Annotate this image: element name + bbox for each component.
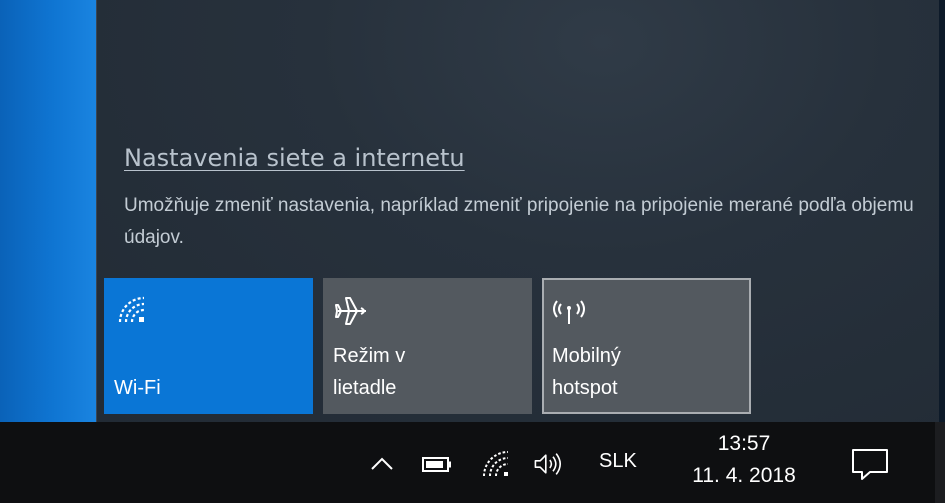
screen: Nastavenia siete a internetu Umožňuje zm… — [0, 0, 945, 503]
clock-date: 11. 4. 2018 — [692, 464, 796, 487]
taskbar-clock[interactable]: 13:57 11. 4. 2018 — [676, 428, 812, 492]
network-settings-description: Umožňuje zmeniť nastavenia, napríklad zm… — [124, 195, 914, 248]
hotspot-icon — [553, 300, 585, 324]
desktop-background-right — [938, 0, 945, 422]
quick-action-label: Mobilný hotspot — [552, 345, 621, 399]
clock-time: 13:57 — [717, 432, 771, 455]
quick-action-airplane-mode[interactable]: Režim v lietadle — [323, 278, 532, 414]
volume-icon[interactable] — [533, 448, 565, 480]
quick-action-label: Wi-Fi — [114, 377, 161, 399]
quick-action-label: Režim v lietadle — [333, 345, 406, 399]
wifi-icon — [118, 296, 145, 323]
quick-action-mobile-hotspot[interactable]: Mobilný hotspot — [542, 278, 751, 414]
airplane-icon — [335, 297, 366, 325]
action-center-icon[interactable] — [850, 446, 890, 482]
desktop-background — [0, 0, 96, 422]
taskbar: SLK 13:57 11. 4. 2018 — [0, 422, 945, 503]
wifi-icon[interactable] — [480, 448, 512, 480]
chevron-up-icon[interactable] — [366, 448, 398, 480]
quick-action-wifi[interactable]: Wi-Fi — [104, 278, 313, 414]
battery-icon[interactable] — [421, 448, 453, 480]
show-desktop-button[interactable] — [935, 422, 945, 503]
input-language-indicator[interactable]: SLK — [599, 450, 637, 473]
network-settings-link[interactable]: Nastavenia siete a internetu — [124, 144, 465, 172]
network-flyout: Nastavenia siete a internetu Umožňuje zm… — [96, 0, 939, 422]
